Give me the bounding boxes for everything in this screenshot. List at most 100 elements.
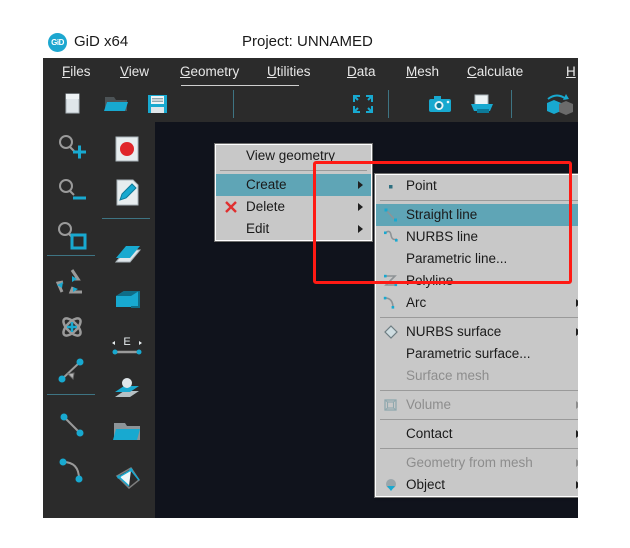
menu-item-object[interactable]: Object: [376, 474, 578, 496]
red-x-icon: [222, 199, 240, 215]
mesh-view-icon[interactable]: [108, 458, 146, 496]
create-submenu[interactable]: Point Straight line NURBS line Parametri…: [374, 173, 578, 498]
menubar-item-geometry[interactable]: Geometry: [180, 64, 239, 79]
chevron-right-icon: [576, 459, 578, 467]
snapshot-camera-icon[interactable]: [425, 90, 455, 118]
arc-icon[interactable]: [53, 452, 91, 490]
edit-pencil-icon[interactable]: [108, 174, 146, 212]
menu-item-create[interactable]: Create: [216, 174, 371, 196]
menu-separator: [380, 200, 578, 201]
menu-item-contact-label: Contact: [406, 426, 453, 441]
menu-item-geometry-from-mesh: Geometry from mesh: [376, 452, 578, 474]
toolbar-separator: [47, 394, 95, 395]
menu-item-geometry-from-mesh-label: Geometry from mesh: [406, 455, 533, 470]
zoom-window-icon[interactable]: [53, 218, 91, 256]
menu-item-nurbs-line[interactable]: NURBS line: [376, 226, 578, 248]
menu-item-surface-mesh: Surface mesh: [376, 365, 578, 387]
menu-item-parametric-line-label: Parametric line...: [406, 251, 508, 266]
nurbs-surface-icon: [382, 324, 400, 340]
menu-item-delete-label: Delete: [246, 199, 286, 214]
title-strip: GiD GiD x64 Project: UNNAMED: [0, 0, 630, 58]
menubar-item-mesh[interactable]: Mesh: [406, 64, 439, 79]
chevron-right-icon: [576, 328, 578, 336]
menu-item-nurbs-surface[interactable]: NURBS surface: [376, 321, 578, 343]
zoom-out-icon[interactable]: [53, 174, 91, 212]
menu-item-edit-label: Edit: [246, 221, 270, 236]
menu-item-parametric-surface-label: Parametric surface...: [406, 346, 531, 361]
left-toolbar-column-1: [43, 122, 101, 518]
top-toolbar: [43, 86, 578, 123]
pan-move-icon[interactable]: [53, 352, 91, 390]
geometry-dropdown-menu[interactable]: View geometry Create Delete Edit: [214, 143, 373, 242]
menu-item-view-geometry[interactable]: View geometry: [216, 145, 371, 167]
new-file-icon[interactable]: [57, 90, 87, 118]
menu-item-polyline-label: Polyline: [406, 273, 454, 288]
zoom-extents-icon[interactable]: [348, 90, 378, 118]
chevron-right-icon: [576, 430, 578, 438]
menu-item-point[interactable]: Point: [376, 175, 578, 197]
menubar-item-help[interactable]: H: [566, 64, 576, 79]
straight-line-icon: [382, 207, 400, 223]
polyline-icon: [382, 273, 400, 289]
menu-item-edit[interactable]: Edit: [216, 218, 371, 240]
toolbar-separator: [511, 90, 512, 118]
chevron-right-icon: [576, 481, 578, 489]
toolbar-separator: [388, 90, 389, 118]
contact-surface-icon[interactable]: [108, 370, 146, 408]
chevron-right-icon: [358, 225, 363, 233]
open-object-icon[interactable]: [108, 414, 146, 452]
menubar-item-view[interactable]: View: [120, 64, 149, 79]
menu-item-nurbs-surface-label: NURBS surface: [406, 324, 502, 339]
menu-item-parametric-line[interactable]: Parametric line...: [376, 248, 578, 270]
chevron-right-icon: [576, 401, 578, 409]
dimension-e-icon[interactable]: E: [108, 326, 146, 364]
menu-item-object-label: Object: [406, 477, 446, 492]
open-folder-icon[interactable]: [101, 90, 131, 118]
menu-item-delete[interactable]: Delete: [216, 196, 371, 218]
chevron-right-icon: [576, 299, 578, 307]
save-floppy-icon[interactable]: [143, 90, 173, 118]
menubar-item-calculate[interactable]: Calculate: [467, 64, 523, 79]
surface-icon[interactable]: [108, 238, 146, 276]
menu-item-straight-line-label: Straight line: [406, 207, 478, 222]
menu-item-contact[interactable]: Contact: [376, 423, 578, 445]
object-icon: [382, 477, 400, 493]
print-icon[interactable]: [467, 90, 497, 118]
menu-separator: [380, 390, 578, 391]
app-title: GiD x64: [74, 33, 129, 50]
menu-item-polyline[interactable]: Polyline: [376, 270, 578, 292]
menu-separator: [380, 317, 578, 318]
application-window: Files View Geometry Utilities Data Mesh …: [43, 58, 578, 518]
menubar-item-files[interactable]: Files: [62, 64, 91, 79]
menubar-item-utilities[interactable]: Utilities: [267, 64, 311, 79]
toolbar-separator: [102, 218, 150, 219]
menu-item-volume: Volume: [376, 394, 578, 416]
volume-icon[interactable]: [108, 282, 146, 320]
menu-bar: Files View Geometry Utilities Data Mesh …: [43, 58, 578, 86]
menu-separator: [380, 419, 578, 420]
chevron-right-icon: [358, 181, 363, 189]
menu-item-point-label: Point: [406, 178, 437, 193]
redraw-icon[interactable]: [53, 264, 91, 302]
menu-item-surface-mesh-label: Surface mesh: [406, 368, 490, 383]
menu-separator: [380, 448, 578, 449]
project-title: Project: UNNAMED: [242, 33, 373, 50]
gid-logo-icon: GiD: [48, 33, 67, 52]
record-point-icon[interactable]: [108, 130, 146, 168]
svg-text:E: E: [123, 336, 130, 348]
menu-item-nurbs-line-label: NURBS line: [406, 229, 479, 244]
rotate-3d-icon[interactable]: [53, 308, 91, 346]
zoom-in-icon[interactable]: [53, 130, 91, 168]
menu-item-arc[interactable]: Arc: [376, 292, 578, 314]
left-toolbar-column-2: E: [100, 122, 156, 518]
arc-icon: [382, 295, 400, 311]
toolbar-separator: [233, 90, 234, 118]
menu-item-arc-label: Arc: [406, 295, 427, 310]
straight-line-icon[interactable]: [53, 406, 91, 444]
menu-item-straight-line[interactable]: Straight line: [376, 204, 578, 226]
rotate-view-icon[interactable]: [541, 90, 573, 118]
point-icon: [382, 178, 400, 194]
menu-item-parametric-surface[interactable]: Parametric surface...: [376, 343, 578, 365]
menu-item-create-label: Create: [246, 177, 287, 192]
menubar-item-data[interactable]: Data: [347, 64, 376, 79]
